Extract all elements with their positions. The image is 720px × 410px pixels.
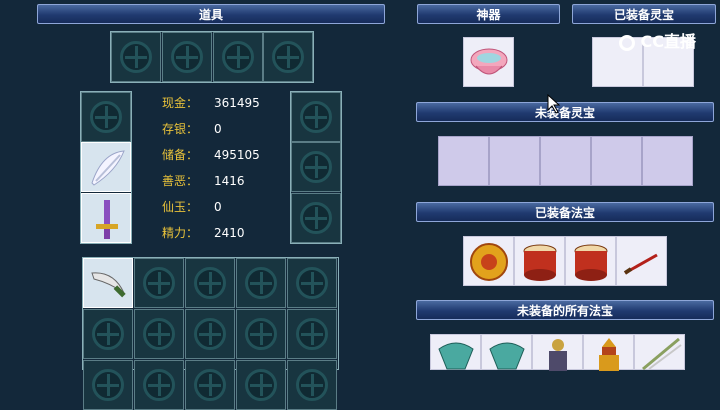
- stat-label: 精力：: [162, 226, 199, 240]
- stat-row: 善恶： 1416: [162, 172, 245, 190]
- golden-dagger-icon: [96, 200, 118, 239]
- top-slot[interactable]: [162, 32, 212, 82]
- stat-row: 现金： 361495: [162, 94, 260, 112]
- unequipped-lingbao-slot[interactable]: [438, 136, 489, 186]
- watermark-text: CC直播: [640, 32, 697, 51]
- inventory-slot[interactable]: [185, 360, 235, 410]
- pink-bowl-icon: [470, 48, 508, 75]
- inventory-slot[interactable]: [287, 360, 337, 410]
- unequipped-fabao-slot[interactable]: [532, 334, 583, 371]
- stat-row: 仙玉： 0: [162, 198, 222, 216]
- inventory-slot[interactable]: [236, 258, 286, 308]
- stat-label: 现金：: [162, 96, 199, 110]
- stat-row: 精力： 2410: [162, 224, 245, 242]
- inventory-slot[interactable]: [134, 309, 184, 359]
- equip-slot[interactable]: [81, 193, 131, 243]
- equip-slot[interactable]: [291, 92, 341, 142]
- unequipped-lingbao-header: 未装备灵宝: [416, 102, 714, 122]
- stat-value: 1416: [214, 174, 245, 188]
- top-slot[interactable]: [263, 32, 313, 82]
- equipped-lingbao-header: 已装备灵宝: [572, 4, 716, 24]
- equipped-fabao-slot[interactable]: [514, 236, 565, 286]
- inventory-slot[interactable]: [287, 309, 337, 359]
- stat-value: 2410: [214, 226, 245, 240]
- stat-value: 495105: [214, 148, 260, 162]
- inventory-slot[interactable]: [83, 309, 133, 359]
- artifact-slot[interactable]: [463, 37, 514, 87]
- equipped-fabao-slot[interactable]: [616, 236, 667, 286]
- unequipped-lingbao-slot[interactable]: [642, 136, 693, 186]
- unequipped-lingbao-slot[interactable]: [540, 136, 591, 186]
- armored-figure-icon: [549, 339, 567, 371]
- unequipped-lingbao-slot[interactable]: [591, 136, 642, 186]
- golden-disc-icon: [470, 243, 508, 281]
- unequipped-fabao-slot[interactable]: [583, 334, 634, 371]
- inventory-slot[interactable]: [83, 360, 133, 410]
- inventory-slot[interactable]: [185, 309, 235, 359]
- white-feather-icon: [91, 150, 125, 186]
- red-drum-icon: [523, 244, 557, 281]
- equip-slot[interactable]: [291, 142, 341, 192]
- equipped-fabao-slot[interactable]: [463, 236, 514, 286]
- stat-label: 储备：: [162, 148, 199, 162]
- equip-slot[interactable]: [81, 92, 131, 142]
- inventory-slot[interactable]: [83, 258, 133, 308]
- equip-slot[interactable]: [291, 193, 341, 243]
- unequipped-fabao-slot[interactable]: [481, 334, 532, 370]
- watermark: CC直播: [618, 28, 697, 52]
- all-unequipped-fabao-header: 未装备的所有法宝: [416, 300, 714, 320]
- curved-blade-icon: [91, 272, 126, 298]
- red-sword-icon: [623, 253, 658, 275]
- stat-value: 0: [214, 200, 222, 214]
- feather-blade-icon: [642, 337, 682, 371]
- unequipped-lingbao-slot[interactable]: [489, 136, 540, 186]
- red-drum-icon: [574, 244, 608, 281]
- inventory-slot[interactable]: [134, 258, 184, 308]
- stat-row: 储备： 495105: [162, 146, 260, 164]
- equipped-fabao-slot[interactable]: [565, 236, 616, 286]
- inventory-slot[interactable]: [287, 258, 337, 308]
- inventory-slot[interactable]: [185, 258, 235, 308]
- stat-row: 存银： 0: [162, 120, 222, 138]
- stat-label: 存银：: [162, 122, 199, 136]
- teal-bowl-icon: [438, 342, 474, 370]
- items-header: 道具: [37, 4, 385, 24]
- inventory-slot[interactable]: [236, 309, 286, 359]
- top-slot[interactable]: [213, 32, 263, 82]
- stat-label: 仙玉：: [162, 200, 199, 214]
- stat-value: 0: [214, 122, 222, 136]
- stat-value: 361495: [214, 96, 260, 110]
- unequipped-fabao-slot[interactable]: [634, 334, 685, 371]
- cc-logo-icon: [618, 34, 635, 51]
- stat-label: 善恶：: [162, 174, 199, 188]
- inventory-slot[interactable]: [134, 360, 184, 410]
- artifact-header: 神器: [417, 4, 560, 24]
- equipped-fabao-header: 已装备法宝: [416, 202, 714, 222]
- top-slot[interactable]: [111, 32, 161, 82]
- teal-bowl-icon: [489, 342, 525, 370]
- golden-pagoda-icon: [599, 338, 619, 371]
- unequipped-fabao-slot[interactable]: [430, 334, 481, 370]
- equip-slot[interactable]: [81, 142, 131, 192]
- inventory-slot[interactable]: [236, 360, 286, 410]
